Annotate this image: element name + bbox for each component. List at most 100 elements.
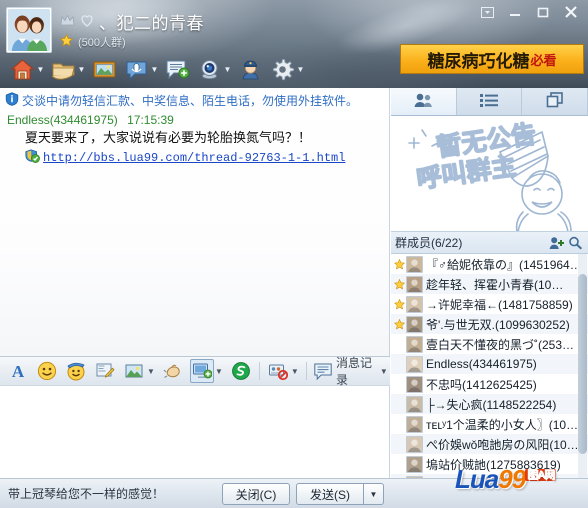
window-controls [474, 2, 584, 22]
advertisement-banner[interactable]: 糖尿病巧化糖 必看 [400, 44, 584, 74]
message-input-area[interactable] [0, 386, 390, 478]
badge-placeholder [393, 357, 406, 371]
chevron-down-icon[interactable]: ▼ [77, 55, 86, 83]
badge-placeholder [393, 337, 406, 351]
chevron-down-icon[interactable]: ▼ [146, 367, 156, 376]
menu-dropdown-button[interactable] [474, 2, 500, 22]
member-row[interactable]: ぺ价娛wǒ咆訑房の风阳(10… [391, 434, 588, 454]
toolbar-group-voice-button[interactable]: ▼ [120, 54, 161, 84]
chevron-down-icon[interactable]: ▼ [214, 367, 224, 376]
message-sender: Endless(434461975) [7, 113, 118, 127]
font-style-button[interactable]: A [4, 358, 32, 384]
group-announcement[interactable]: 暂无公告 呼叫群主 [391, 116, 588, 232]
member-name: ᴛᴇʟʸ1个温柔的小女人〗(10… [426, 417, 579, 432]
member-name: 壹白天不懂夜的黑づ˚(253… [426, 337, 575, 352]
tab-list[interactable] [457, 88, 523, 115]
toolbar-group-album-button[interactable] [88, 54, 120, 84]
member-name: Endless(434461975) [426, 357, 537, 371]
member-avatar [406, 395, 423, 413]
message-sender-line: Endless(434461975) 17:15:39 [7, 113, 383, 127]
toolbar-divider [259, 362, 260, 380]
tab-windows[interactable] [522, 88, 588, 115]
maximize-button[interactable] [530, 2, 556, 22]
emoji-button[interactable] [33, 358, 61, 384]
shake-hand-icon [161, 359, 185, 383]
chevron-down-icon[interactable]: ▼ [290, 367, 300, 376]
toolbar-group-admin-button[interactable] [234, 54, 266, 84]
group-subtitle-row: (500人群) [59, 33, 126, 50]
member-row[interactable]: →许妮幸福←(1481758859) [391, 294, 588, 314]
message-link[interactable]: http://bbs.lua99.com/thread-92763-1-1.ht… [43, 151, 345, 165]
message-pane[interactable]: 交谈中请勿轻信汇款、中奖信息、陌生电话，勿使用外挂软件。 Endless(434… [0, 88, 390, 356]
add-member-icon[interactable] [548, 234, 566, 252]
member-name: ├→失心疯(1148522254) [426, 397, 557, 412]
member-avatar [406, 355, 423, 373]
badge-placeholder [393, 437, 406, 451]
member-row[interactable]: 趁年轻、挥霍小青春(10… [391, 274, 588, 294]
member-row[interactable]: 不忠吗(1412625425) [391, 374, 588, 394]
photo-album-icon [90, 55, 118, 83]
group-avatar[interactable] [6, 7, 52, 53]
message-time: 17:15:39 [127, 113, 174, 127]
member-row[interactable]: 『♂給妮依靠の』(1451964… [391, 254, 588, 274]
member-avatar [406, 375, 423, 393]
group-toolbar: ▼ ▼ ▼ ▼ ▼ [6, 54, 307, 84]
send-options-caret-icon[interactable]: ▼ [364, 483, 384, 505]
crown-icon [60, 14, 75, 30]
search-icon[interactable] [566, 234, 584, 252]
close-button[interactable] [558, 2, 584, 22]
star-icon [393, 257, 406, 271]
shake-window-button[interactable] [159, 358, 187, 384]
member-list-scrollbar-thumb[interactable] [578, 274, 587, 454]
member-row[interactable]: ├→失心疯(1148522254) [391, 394, 588, 414]
toolbar-group-notice-button[interactable] [161, 54, 193, 84]
toolbar-group-settings-button[interactable]: ▼ [266, 54, 307, 84]
tab-members[interactable] [391, 88, 457, 115]
members-icon [413, 92, 433, 111]
chevron-down-icon[interactable]: ▼ [36, 55, 45, 83]
windows-icon [546, 92, 564, 111]
heart-icon [80, 14, 94, 30]
close-chat-button[interactable]: 关闭(C) [222, 483, 290, 505]
remote-desktop-button[interactable]: ▼ [188, 358, 226, 384]
badge-placeholder [393, 377, 406, 391]
font-a-icon: A [6, 359, 30, 383]
right-panel-tabs [391, 88, 588, 116]
chevron-down-icon[interactable]: ▼ [223, 55, 232, 83]
screenshot-button[interactable] [91, 358, 119, 384]
chevron-down-icon[interactable]: ▼ [380, 367, 388, 376]
safety-tip-text: 交谈中请勿轻信汇款、中奖信息、陌生电话，勿使用外挂软件。 [22, 94, 359, 108]
member-row[interactable]: ᴛᴇʟʸ1个温柔的小女人〗(10… [391, 414, 588, 434]
message-text: 夏天要来了，大家说说有必要为轮胎换氮气吗？！ [25, 130, 312, 145]
star-icon [393, 297, 406, 311]
toolbar-group-video-button[interactable]: ▼ [193, 54, 234, 84]
message-history-button[interactable]: 消息记录 ▼ [311, 356, 390, 387]
sogou-input-button[interactable] [227, 358, 255, 384]
magic-emoji-button[interactable] [62, 358, 90, 384]
member-name: 不忠吗(1412625425) [426, 377, 537, 392]
block-user-button[interactable]: ▼ [264, 358, 302, 384]
chevron-down-icon[interactable]: ▼ [150, 55, 159, 83]
member-list[interactable]: 『♂給妮依靠の』(1451964… 趁年轻、挥霍小青春(10… →许妮幸福←(148… [391, 254, 588, 506]
member-avatar [406, 455, 423, 473]
member-count-label: 群成员(6/22) [395, 236, 463, 250]
screenshot-pen-icon [93, 359, 117, 383]
badge-placeholder [393, 397, 406, 411]
voice-chat-icon [122, 55, 150, 83]
minimize-button[interactable] [502, 2, 528, 22]
magic-smiley-icon [64, 359, 88, 383]
member-avatar [406, 275, 423, 293]
member-row[interactable]: 爷'.与世无双.(1099630252) [391, 314, 588, 334]
message-input[interactable] [0, 386, 389, 466]
send-image-button[interactable]: ▼ [120, 358, 158, 384]
police-admin-icon [236, 55, 264, 83]
member-row[interactable]: 塢站价贼訑(1275883619) [391, 454, 588, 474]
toolbar-group-files-button[interactable]: ▼ [47, 54, 88, 84]
chevron-down-icon[interactable]: ▼ [296, 55, 305, 83]
toolbar-home-button[interactable]: ▼ [6, 54, 47, 84]
member-row[interactable]: 壹白天不懂夜的黑づ˚(253… [391, 334, 588, 354]
safety-tip: 交谈中请勿轻信汇款、中奖信息、陌生电话，勿使用外挂软件。 [0, 88, 389, 111]
send-button[interactable]: 发送(S) [296, 483, 364, 505]
right-panel: 暂无公告 呼叫群主 群成员(6/22) 『♂給妮依靠の』(1451964… 趁年轻… [391, 88, 588, 506]
member-row[interactable]: Endless(434461975) [391, 354, 588, 374]
